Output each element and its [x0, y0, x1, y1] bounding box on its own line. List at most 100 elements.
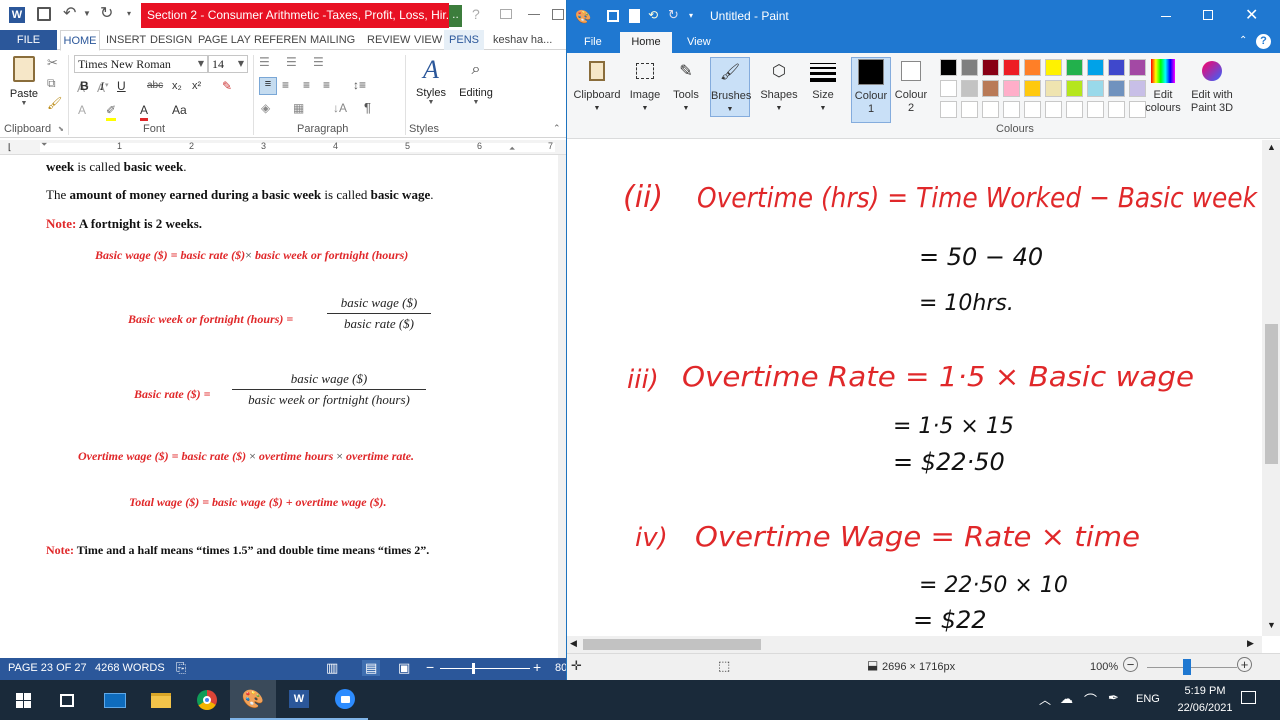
colour-swatch[interactable]	[961, 80, 978, 97]
tab-mailings[interactable]: MAILING	[310, 30, 355, 50]
align-right-icon[interactable]: ≡	[303, 78, 310, 92]
colour-swatch[interactable]	[1108, 59, 1125, 76]
web-layout-icon[interactable]: ▣	[398, 660, 410, 676]
proofing-icon[interactable]: ⎘	[176, 660, 186, 676]
word-vertical-scrollbar[interactable]	[558, 155, 566, 658]
copy-icon[interactable]: ⧉	[47, 76, 56, 91]
undo-dropdown-icon[interactable]: ▼	[83, 9, 91, 18]
new-file-icon[interactable]	[629, 9, 640, 23]
colour-swatch[interactable]	[1024, 59, 1041, 76]
pen-icon[interactable]: ✒	[1108, 690, 1119, 706]
word-document-page[interactable]: week is called basic week. The amount of…	[0, 155, 563, 658]
zoom-slider[interactable]	[1147, 667, 1237, 668]
change-case-button[interactable]: Aa	[172, 102, 187, 118]
colour-swatch[interactable]	[1087, 80, 1104, 97]
redo-icon[interactable]: ↻	[668, 7, 679, 23]
font-color-icon[interactable]: A	[140, 102, 149, 121]
start-button[interactable]	[0, 680, 46, 720]
colour1-selector[interactable]: Colour 1	[851, 57, 891, 123]
maximize-icon[interactable]	[1203, 10, 1213, 20]
zoom-out-icon[interactable]: −	[426, 659, 434, 675]
clock-time[interactable]: 5:19 PM	[1170, 685, 1240, 697]
tab-file[interactable]: FILE	[0, 30, 57, 50]
tab-file[interactable]: File	[584, 32, 602, 53]
clear-formatting-icon[interactable]: ✎	[222, 78, 232, 94]
collapse-ribbon-icon[interactable]: ⌃	[1239, 35, 1247, 46]
show-marks-icon[interactable]: ¶	[364, 100, 371, 115]
custom-colour-slot[interactable]	[1066, 101, 1083, 118]
ribbon-collapse-icon[interactable]: ⌃	[553, 123, 561, 134]
minimize-icon[interactable]	[1161, 16, 1171, 17]
scroll-left-icon[interactable]: ◀	[570, 638, 577, 649]
page-count[interactable]: PAGE 23 OF 27	[8, 662, 87, 674]
custom-colour-slot[interactable]	[1108, 101, 1125, 118]
colour-swatch[interactable]	[1108, 80, 1125, 97]
custom-colour-slot[interactable]	[1045, 101, 1062, 118]
align-center-icon[interactable]: ≡	[282, 78, 289, 92]
colour2-selector[interactable]: Colour 2	[893, 57, 929, 115]
multilevel-icon[interactable]: ☰	[313, 55, 324, 69]
tab-design[interactable]: DESIGN	[150, 30, 192, 50]
chrome-button[interactable]	[184, 680, 230, 720]
colour-swatch[interactable]	[1003, 80, 1020, 97]
open-icon[interactable]: ⟲	[648, 8, 658, 22]
italic-button[interactable]: I	[100, 78, 104, 94]
show-hidden-icons[interactable]: ︿	[1039, 691, 1051, 708]
save-icon[interactable]	[607, 10, 619, 22]
edit-colours-button[interactable]: Edit colours	[1143, 57, 1183, 115]
zoom-percent[interactable]: 80	[555, 662, 566, 674]
save-icon[interactable]	[37, 7, 51, 21]
close-icon[interactable]: ✕	[1245, 5, 1258, 25]
tab-insert[interactable]: INSERT	[106, 30, 146, 50]
tab-view[interactable]: View	[687, 32, 711, 53]
qat-customize-icon[interactable]: ▾	[127, 9, 131, 18]
strikethrough-button[interactable]: abc	[147, 78, 163, 94]
custom-colour-slot[interactable]	[961, 101, 978, 118]
read-mode-icon[interactable]: ▥	[326, 660, 338, 676]
bold-button-row[interactable]: B	[80, 78, 89, 94]
help-icon[interactable]: ?	[1256, 34, 1271, 49]
clock-date[interactable]: 22/06/2021	[1170, 702, 1240, 714]
network-icon[interactable]: ⌒	[1084, 690, 1097, 709]
indent-marker-icon[interactable]: ⏷	[41, 140, 47, 150]
title-more-icon[interactable]: ‥	[449, 5, 462, 27]
styles-button[interactable]: A Styles ▼	[414, 55, 448, 106]
zoom-app-button[interactable]	[322, 680, 368, 720]
paint-vertical-scrollbar[interactable]: ▲ ▼	[1262, 140, 1280, 636]
horizontal-scroll-thumb[interactable]	[583, 639, 761, 650]
underline-button[interactable]: U	[117, 78, 126, 94]
colour-swatch[interactable]	[1045, 80, 1062, 97]
paint-horizontal-scrollbar[interactable]: ◀ ▶	[567, 636, 1262, 653]
language-indicator[interactable]: ENG	[1136, 693, 1160, 705]
undo-icon[interactable]: ↶	[63, 3, 76, 23]
zoom-thumb[interactable]	[472, 663, 475, 674]
tab-home[interactable]: HOME	[60, 30, 100, 51]
borders-icon[interactable]: ▦	[293, 101, 304, 115]
mail-app-button[interactable]	[92, 680, 138, 720]
superscript-button[interactable]: x²	[192, 78, 201, 94]
colour-swatch[interactable]	[1024, 80, 1041, 97]
colour-swatch[interactable]	[1003, 59, 1020, 76]
image-tool[interactable]: Image ▼	[627, 57, 663, 115]
paste-button[interactable]: Paste ▼	[8, 56, 40, 114]
paint-canvas[interactable]: (ii) Overtime (hrs) = Time Worked − Basi…	[567, 140, 1262, 636]
colour-swatch[interactable]	[961, 59, 978, 76]
custom-colour-slot[interactable]	[1087, 101, 1104, 118]
colour-swatch[interactable]	[940, 59, 957, 76]
scroll-up-icon[interactable]: ▲	[1267, 142, 1276, 152]
shading-icon[interactable]: ◈	[261, 101, 270, 115]
word-taskbar-button[interactable]: W	[276, 680, 322, 720]
tab-references[interactable]: REFEREN	[254, 30, 307, 50]
tab-page-layout[interactable]: PAGE LAY	[198, 30, 251, 50]
highlight-icon[interactable]: ✐	[106, 102, 117, 121]
colour-swatch[interactable]	[982, 80, 999, 97]
shapes-tool[interactable]: ⬡ Shapes ▼	[760, 57, 798, 115]
colour-swatch[interactable]	[982, 59, 999, 76]
justify-icon[interactable]: ≡	[323, 78, 330, 92]
zoom-slider-thumb[interactable]	[1183, 659, 1191, 675]
colour-swatch[interactable]	[1066, 80, 1083, 97]
cut-icon[interactable]: ✂	[47, 55, 58, 71]
user-name[interactable]: keshav ha...	[493, 30, 552, 50]
clipboard-tool[interactable]: Clipboard ▼	[572, 57, 622, 115]
redo-icon[interactable]: ↻	[100, 3, 113, 23]
